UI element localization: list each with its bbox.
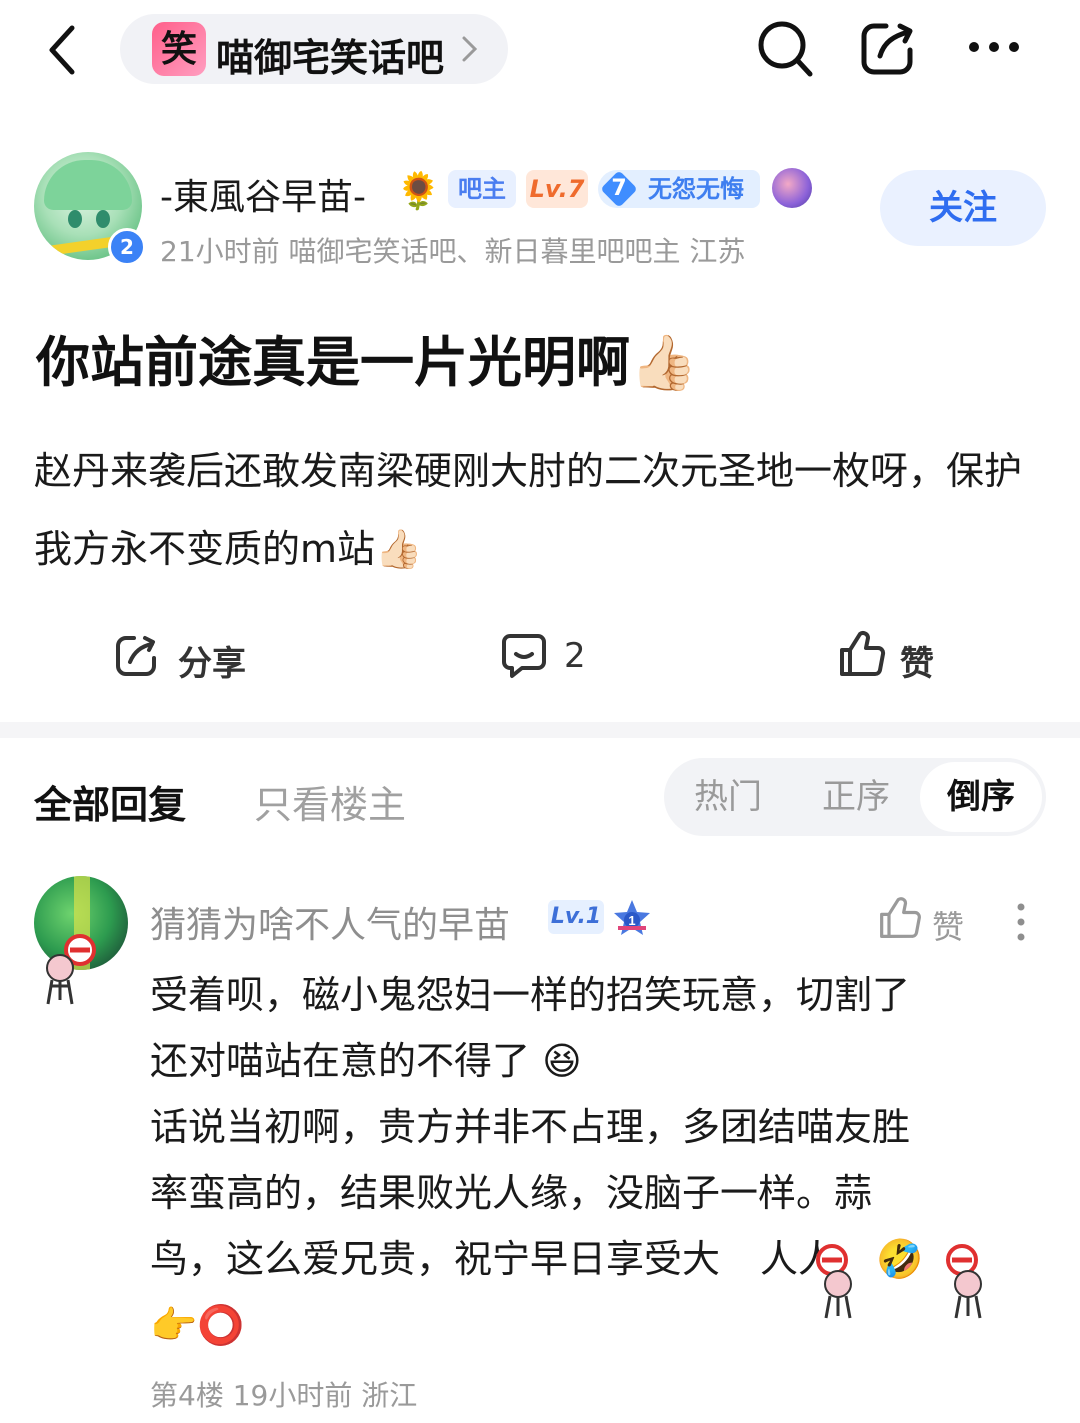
user-level-badge: 2 [108, 228, 146, 266]
tab-all-replies[interactable]: 全部回复 [34, 774, 186, 829]
pointing-emoji: 👉 [150, 1303, 198, 1347]
planet-badge-icon [772, 168, 812, 208]
circle-emoji: ⭕ [197, 1303, 245, 1347]
search-icon[interactable] [756, 18, 816, 80]
reply-line: 话说当初啊，贵方并非不占理，多团结喵友胜 [150, 1105, 911, 1149]
back-icon[interactable] [40, 22, 88, 78]
share-compose-icon[interactable] [856, 18, 918, 80]
reply-line: 率蛮高的，结果败光人缘，没脑子一样。蒜 [150, 1171, 873, 1215]
reply-line: 受着呗，磁小鬼怨妇一样的招笑玩意，切割了 [150, 973, 911, 1017]
thumbs-up-emoji: 👍🏻 [630, 331, 698, 394]
reply-more-icon[interactable] [1014, 902, 1028, 942]
sunflower-emoji: 🌻 [396, 171, 441, 212]
share-icon[interactable] [112, 632, 160, 680]
reply-level-tag: Lv.1 [548, 900, 604, 934]
moderator-tag: 吧主 [448, 170, 516, 208]
reply-like-button[interactable]: 赞 [932, 902, 964, 948]
reply-like-icon[interactable] [878, 896, 922, 940]
forum-logo[interactable]: 笑 [152, 22, 206, 76]
reply-meta: 第4楼 19小时前 浙江 [150, 1379, 418, 1412]
follow-button[interactable]: 关注 [880, 170, 1046, 246]
reply-line: 👉⭕ [150, 1292, 1050, 1358]
sort-hot[interactable]: 热门 [668, 758, 788, 836]
post-title: 你站前途真是一片光明啊👍🏻 [36, 331, 698, 394]
reply-user-name[interactable]: 猜猜为啥不人气的早苗 [150, 896, 510, 948]
chibi-sticker-icon [938, 1244, 996, 1322]
tab-op-only[interactable]: 只看楼主 [254, 774, 406, 829]
comment-icon[interactable] [500, 632, 548, 680]
chibi-sticker-icon [38, 934, 96, 1012]
like-button[interactable]: 赞 [900, 636, 934, 685]
chibi-sticker-icon [808, 1244, 866, 1322]
reply-body: 受着呗，磁小鬼怨妇一样的招笑玩意，切割了 还对喵站在意的不得了 😆 话说当初啊，… [150, 962, 1050, 1358]
thumbs-up-emoji: 👍🏻 [375, 527, 423, 571]
section-divider [0, 722, 1080, 738]
svg-text:1: 1 [628, 913, 635, 928]
author-name[interactable]: -東風谷早苗- [160, 168, 366, 220]
reply-line: 还对喵站在意的不得了 😆 [150, 1039, 582, 1083]
title-badge-text: 无怨无悔 [648, 175, 744, 203]
sort-descending[interactable]: 倒序 [920, 762, 1042, 832]
chevron-right-icon[interactable] [460, 34, 480, 64]
post-meta: 21小时前 喵御宅笑话吧、新日暮里吧吧主 江苏 [160, 235, 746, 268]
title-badge: 7 无怨无悔 [598, 170, 760, 208]
star-badge-icon: 1 [612, 898, 652, 938]
more-icon[interactable] [966, 36, 1022, 58]
comment-count[interactable]: 2 [564, 636, 586, 676]
post-body: 赵丹来袭后还敢发南梁硬刚大肘的二次元圣地一枚呀，保护我方永不变质的m站👍🏻 [34, 449, 1023, 571]
forum-name[interactable]: 喵御宅笑话吧 [216, 27, 444, 82]
rofl-emoji: 🤣 [876, 1237, 924, 1281]
title-badge-number: 7 [611, 176, 627, 201]
reply-line: 鸟，这么爱兄贵，祝宁早日享受大 人人 🤣 [150, 1237, 924, 1281]
share-button[interactable]: 分享 [178, 636, 246, 685]
level-tag: Lv.7 [526, 170, 588, 208]
sort-ascending[interactable]: 正序 [796, 758, 916, 836]
like-icon[interactable] [838, 630, 886, 678]
laughing-emoji: 😆 [542, 1039, 582, 1083]
